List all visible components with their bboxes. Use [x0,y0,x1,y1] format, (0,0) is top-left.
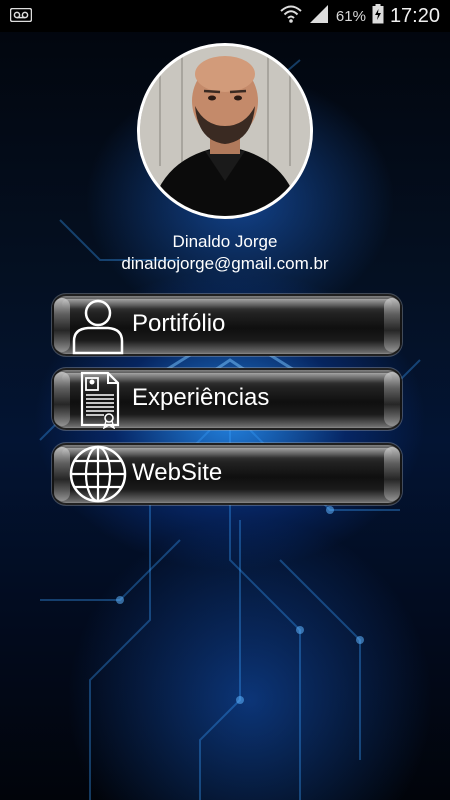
wifi-icon [280,4,302,29]
person-icon [68,295,128,355]
website-label: WebSite [132,459,223,486]
status-bar: 61% 17:20 [0,0,450,32]
experiences-button[interactable]: Experiências [52,368,402,430]
profile-photo [137,43,313,219]
battery-percent: 61% [335,8,366,25]
experiences-label: Experiências [132,384,270,411]
portfolio-label: Portifólio [132,310,226,337]
voicemail-icon [9,6,33,27]
profile-name: Dinaldo Jorge [172,232,278,251]
resume-document-icon [68,369,128,430]
battery-charging-icon [372,4,384,29]
profile-email: dinaldojorge@gmail.com.br [121,254,329,273]
portfolio-button[interactable]: Portifólio [52,294,402,356]
button-endcap-right [384,372,400,426]
button-endcap-right [384,298,400,352]
website-button[interactable]: WebSite [52,443,402,505]
clock: 17:20 [389,5,440,27]
button-endcap-right [384,447,400,501]
signal-icon [308,4,330,29]
globe-icon [68,444,128,504]
